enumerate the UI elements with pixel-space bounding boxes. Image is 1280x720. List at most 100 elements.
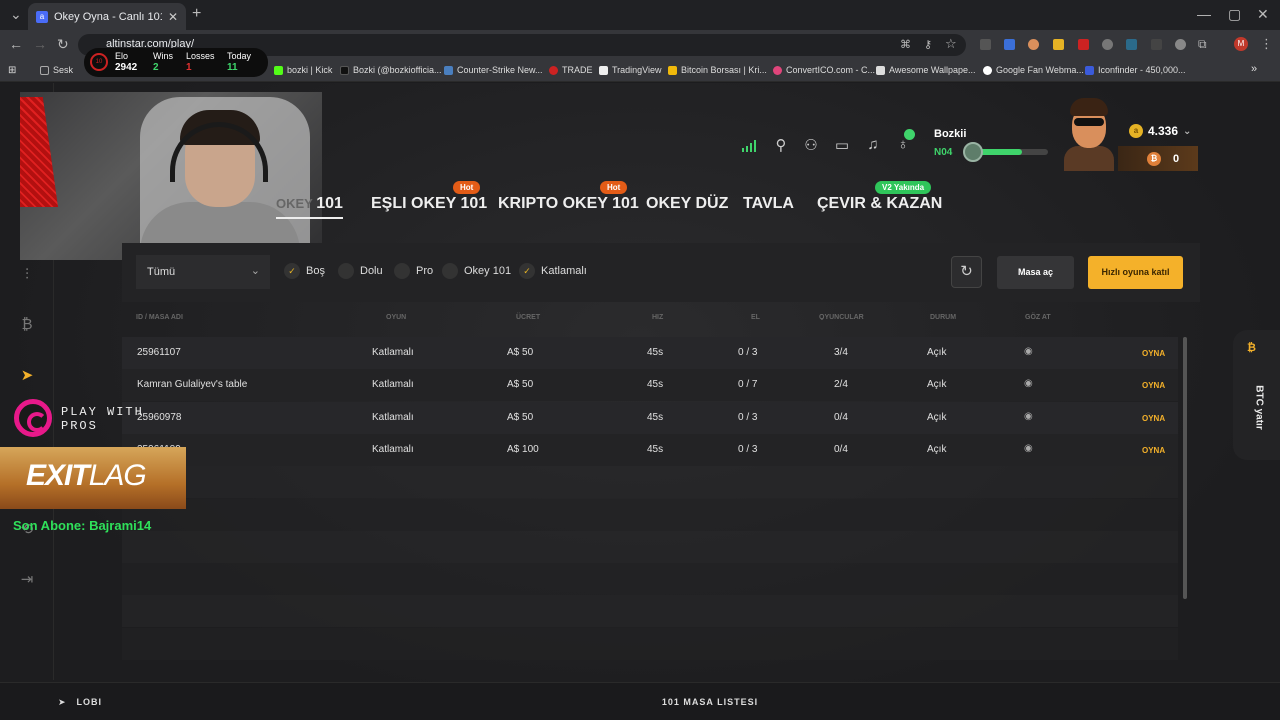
play-button[interactable]: OYNA bbox=[1142, 381, 1165, 390]
bookmark-item[interactable]: Sesk bbox=[40, 65, 73, 75]
cell-players: 0/4 bbox=[834, 411, 848, 423]
tab-list-icon[interactable]: ⌄ bbox=[10, 6, 22, 23]
wins-stat: Wins 2 bbox=[153, 51, 173, 73]
bookmark-item[interactable]: bozki | Kick bbox=[274, 65, 332, 75]
logout-icon[interactable]: ⇥ bbox=[18, 570, 36, 588]
bookmark-label: ConvertICO.com - C... bbox=[786, 65, 876, 75]
music-icon[interactable]: ♫ bbox=[864, 136, 882, 154]
cell-players: 0/4 bbox=[834, 443, 848, 455]
bookmark-item[interactable]: ConvertICO.com - C... bbox=[773, 65, 875, 75]
eye-icon[interactable]: ◉ bbox=[1024, 411, 1033, 422]
tab-okey-101[interactable]: OKEY 101 bbox=[276, 195, 343, 219]
extension-icon[interactable] bbox=[1028, 39, 1039, 50]
filter-bos[interactable]: ✓ Boş bbox=[284, 263, 325, 279]
cell-hand: 0 / 3 bbox=[738, 411, 758, 423]
forward-icon[interactable]: → bbox=[33, 36, 47, 52]
tab-label: 101 bbox=[316, 195, 343, 212]
tab-okey-duz[interactable]: OKEY DÜZ bbox=[646, 195, 728, 213]
eye-icon[interactable]: ◉ bbox=[1024, 346, 1033, 357]
apps-grid-icon[interactable]: ⊞ bbox=[8, 65, 16, 76]
maximize-icon[interactable]: ▢ bbox=[1228, 6, 1241, 23]
minimize-icon[interactable]: — bbox=[1197, 6, 1211, 22]
extensions-puzzle-icon[interactable]: ⧉ bbox=[1198, 37, 1207, 52]
extension-icon[interactable] bbox=[1126, 39, 1137, 50]
filter-pro[interactable]: Pro bbox=[394, 263, 433, 279]
user-avatar[interactable] bbox=[1062, 94, 1116, 171]
chevron-down-icon[interactable]: ⌄ bbox=[1183, 126, 1191, 137]
back-icon[interactable]: ← bbox=[9, 36, 23, 52]
close-window-icon[interactable]: ✕ bbox=[1257, 6, 1269, 23]
play-button[interactable]: OYNA bbox=[1142, 446, 1165, 455]
table-row[interactable]: 25961107 Katlamalı A$ 50 45s 0 / 3 3/4 Açık ◉ OY… bbox=[122, 337, 1178, 369]
chat-icon[interactable]: ▭ bbox=[833, 136, 851, 154]
send-icon[interactable]: ➤ bbox=[18, 366, 36, 384]
wallet[interactable]: a 4.336 ⌄ ₿ 0 bbox=[1118, 119, 1198, 171]
gold-balance[interactable]: a 4.336 ⌄ bbox=[1118, 119, 1198, 143]
tab-cevir-kazan[interactable]: ÇEVIR & KAZAN V2 Yakında bbox=[817, 181, 942, 213]
tab-esli-okey-101[interactable]: EŞLI OKEY 101 Hot bbox=[371, 181, 487, 213]
bookmark-item[interactable]: Bitcoin Borsası | Kri... bbox=[668, 65, 767, 75]
bitcoin-icon[interactable]: ₿ bbox=[18, 316, 36, 334]
search-icon[interactable]: ⚲ bbox=[772, 136, 790, 154]
refresh-button[interactable]: ↻ bbox=[951, 256, 982, 288]
table-row[interactable]: 25961109KatlamalıA$ 10045s0 / 30/4Açık◉O… bbox=[122, 433, 1178, 466]
menu-kebab-icon[interactable]: ⋮ bbox=[1260, 36, 1273, 52]
exitlag-banner: EXITLAG bbox=[0, 447, 186, 509]
bookmark-item[interactable]: Awesome Wallpape... bbox=[876, 65, 976, 75]
bookmark-item[interactable]: Bozki (@bozkiofficia... bbox=[340, 65, 442, 75]
extension-icon[interactable] bbox=[980, 39, 991, 50]
filter-okey-101[interactable]: Okey 101 bbox=[442, 263, 511, 279]
extension-icon[interactable] bbox=[1078, 39, 1089, 50]
eye-icon[interactable]: ◉ bbox=[1024, 443, 1033, 454]
folder-icon bbox=[40, 65, 49, 75]
play-button[interactable]: OYNA bbox=[1142, 349, 1165, 358]
extension-icon[interactable] bbox=[1053, 39, 1064, 50]
latest-subscriber: Son Abone: Bajrami14 bbox=[13, 518, 152, 533]
cell-game: Katlamalı bbox=[372, 347, 414, 358]
sort-chevron-icon: ⌄ bbox=[819, 315, 825, 322]
bookmark-item[interactable]: Counter-Strike New... bbox=[444, 65, 543, 75]
scrollbar-thumb[interactable] bbox=[1183, 337, 1187, 599]
eye-icon[interactable]: ◉ bbox=[1024, 378, 1033, 389]
table-row[interactable]: Kamran Gulaliyev's table Katlamalı A$ 50 45… bbox=[122, 369, 1178, 402]
extension-icon[interactable] bbox=[1004, 39, 1015, 50]
tab-kripto-okey-101[interactable]: KRIPTO OKEY 101 Hot bbox=[498, 181, 639, 213]
stats-chart-icon[interactable]: ⫶ bbox=[18, 266, 36, 284]
bookmark-item[interactable]: TradingView bbox=[599, 65, 662, 75]
tradingview-icon bbox=[599, 65, 608, 75]
cell-fee: A$ 50 bbox=[507, 411, 534, 423]
filter-dolu[interactable]: Dolu bbox=[338, 263, 383, 279]
extension-icon[interactable] bbox=[1151, 39, 1162, 50]
browser-tab[interactable]: a Okey Oyna - Canlı 101 Okey ve ✕ bbox=[28, 3, 186, 30]
tab-tavla[interactable]: TAVLA bbox=[743, 195, 794, 213]
translate-icon[interactable]: ⌘ bbox=[900, 38, 911, 51]
new-tab-icon[interactable]: + bbox=[192, 5, 201, 23]
table-row[interactable]: 25960978 Katlamalı A$ 50 45s 0 / 3 0/4 Açık ◉ OY… bbox=[122, 401, 1178, 434]
play-button[interactable]: OYNA bbox=[1142, 414, 1165, 423]
profile-avatar-icon[interactable]: M bbox=[1234, 37, 1248, 51]
btc-deposit-tab[interactable]: ₿ BTC yatır bbox=[1233, 330, 1280, 460]
username[interactable]: Bozkii bbox=[934, 128, 966, 140]
close-tab-icon[interactable]: ✕ bbox=[168, 10, 178, 24]
bookmark-item[interactable]: TRADE bbox=[549, 65, 593, 75]
hot-badge: Hot bbox=[453, 181, 481, 194]
game-type-select[interactable]: Tümü ⌄ bbox=[136, 255, 270, 289]
bookmark-star-icon[interactable]: ☆ bbox=[945, 36, 957, 52]
bookmark-item[interactable]: Iconfinder - 450,000... bbox=[1085, 65, 1186, 75]
filter-katlamali[interactable]: ✓ Katlamalı bbox=[519, 263, 587, 279]
quick-join-button[interactable]: Hızlı oyuna katıl bbox=[1088, 256, 1183, 289]
pwp-logo-icon bbox=[14, 399, 52, 437]
password-key-icon[interactable]: ⚷ bbox=[924, 38, 932, 51]
extension-icon[interactable] bbox=[1102, 39, 1113, 50]
table-scrollbar[interactable] bbox=[1183, 337, 1187, 599]
bookmark-item[interactable]: Google Fan Webma... bbox=[983, 65, 1084, 75]
friends-icon[interactable]: ⚇ bbox=[802, 136, 820, 154]
new-table-button[interactable]: Masa aç bbox=[997, 256, 1074, 289]
btc-balance[interactable]: ₿ 0 bbox=[1118, 146, 1198, 171]
tab-okey-101-obscured: OKEY bbox=[276, 196, 317, 211]
more-bookmarks-icon[interactable]: » bbox=[1251, 63, 1257, 75]
connection-signal-icon bbox=[742, 140, 756, 152]
reload-icon[interactable]: ↻ bbox=[57, 36, 69, 53]
wins-value: 2 bbox=[153, 62, 159, 73]
extension-icon[interactable] bbox=[1175, 39, 1186, 50]
